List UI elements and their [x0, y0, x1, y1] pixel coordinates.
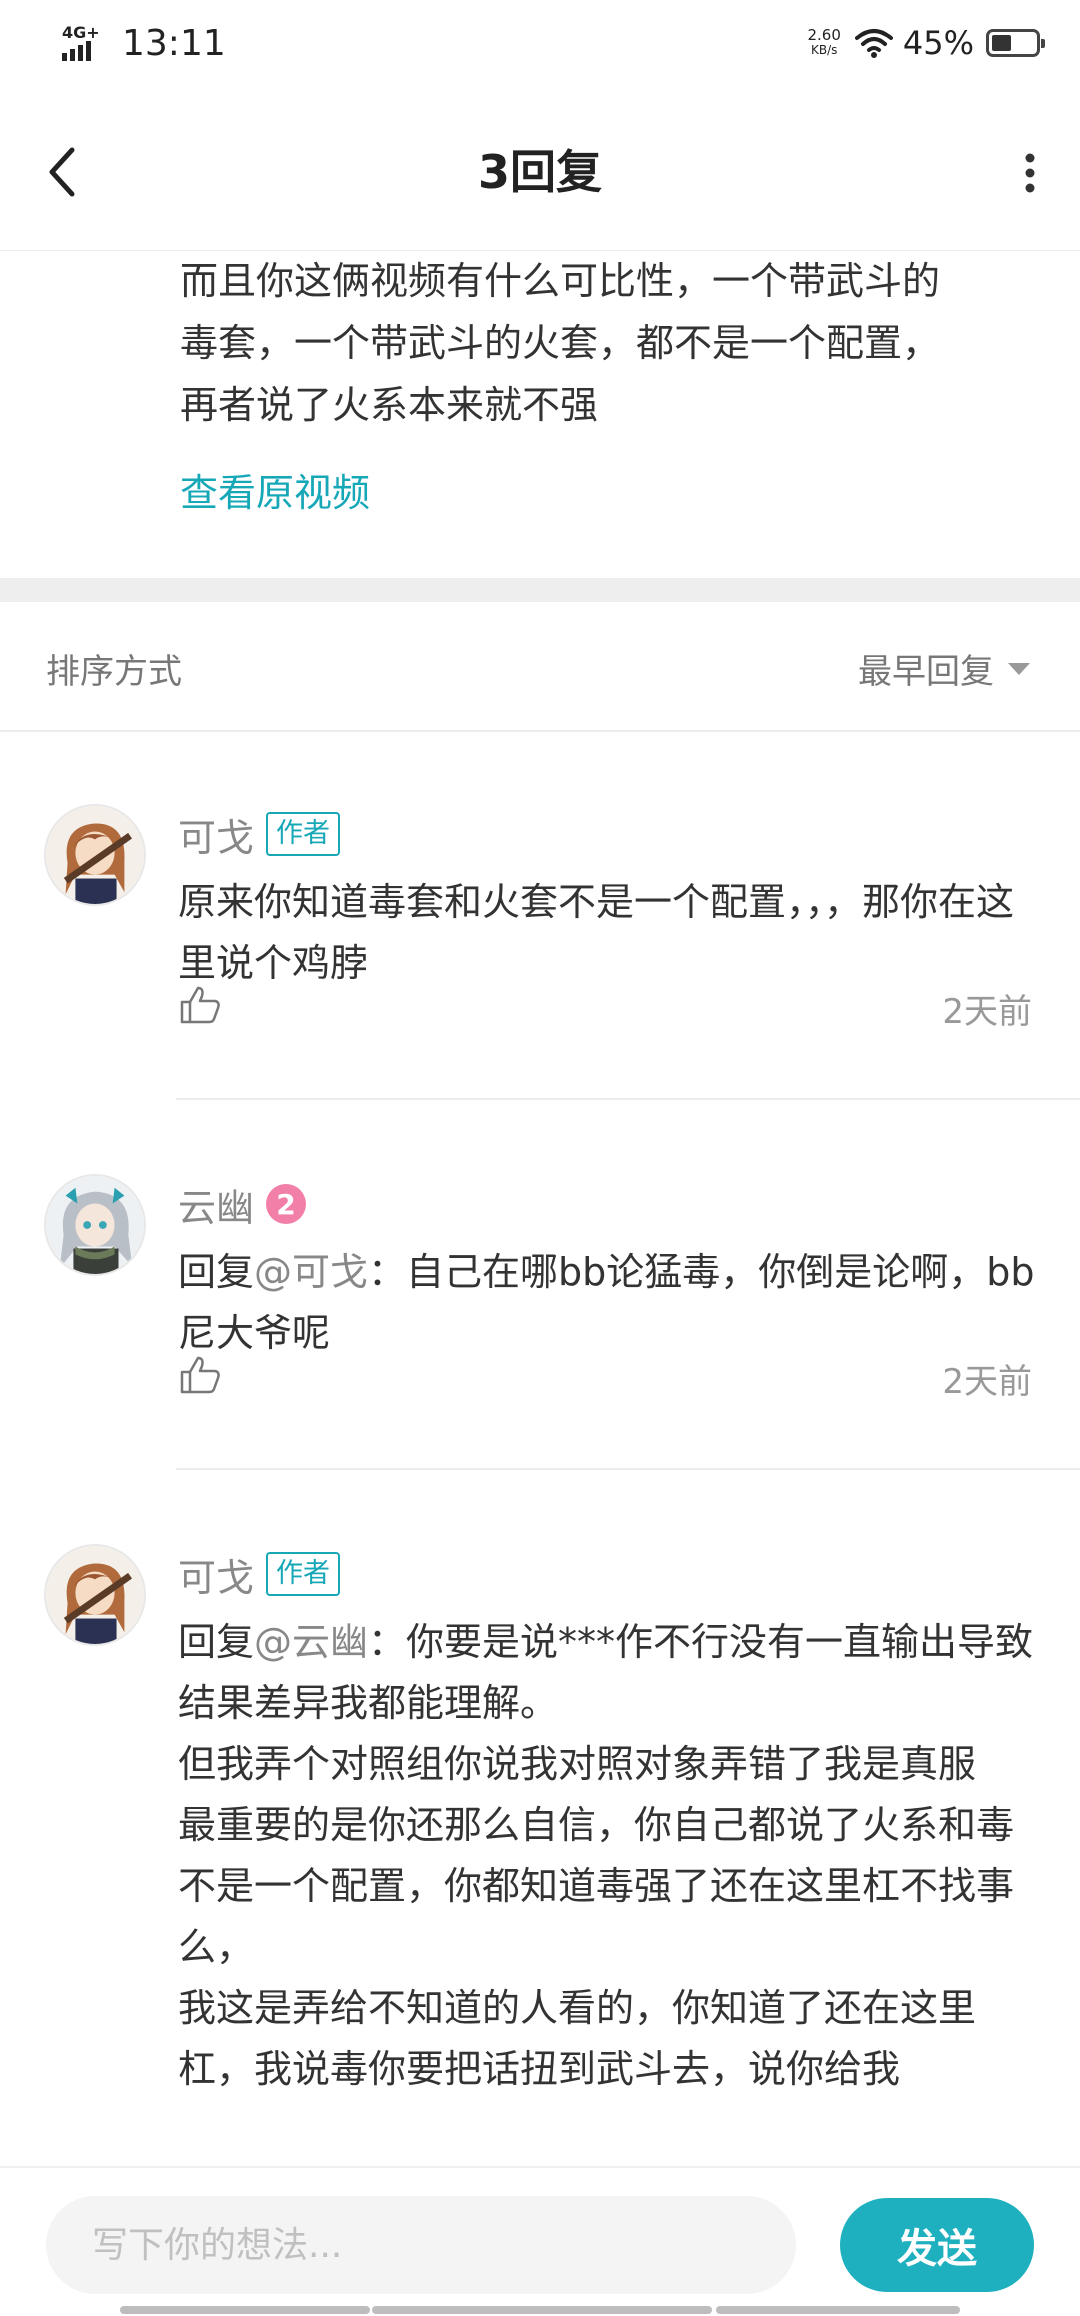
original-comment-text: 而且你这俩视频有什么可比性，一个带武斗的 毒套，一个带武斗的火套，都不是一个配置… [180, 250, 1040, 436]
reply-header: 云幽 2 [178, 1174, 307, 1234]
clock: 13:11 [122, 22, 226, 64]
username[interactable]: 云幽 [178, 1177, 254, 1232]
original-line: 而且你这俩视频有什么可比性，一个带武斗的 [180, 259, 941, 303]
sort-dropdown[interactable]: 最早回复 [858, 644, 1030, 693]
speed-unit: KB/s [810, 43, 838, 57]
reply-text: 回复@可戈：自己在哪bb论猛毒，你倒是论啊，bb尼大爷呢 [178, 1242, 1038, 1364]
avatar-image [46, 1176, 144, 1274]
network-type: 4G+ [62, 23, 100, 42]
avatar-image [46, 806, 144, 904]
reply-header: 可戈 作者 [178, 804, 341, 864]
status-bar: 4G+ 13:11 2.60 KB/s 45% [0, 0, 1080, 90]
status-left: 4G+ 13:11 [62, 18, 226, 68]
reply-prefix: 回复 [178, 1620, 255, 1664]
signal-icon: 4G+ [62, 23, 112, 63]
comment-input[interactable] [46, 2196, 796, 2294]
author-badge: 作者 [266, 1552, 341, 1596]
comment-composer: 发送 [0, 2166, 1080, 2316]
mention-link[interactable]: @云幽 [254, 1620, 368, 1664]
reply-prefix: 回复 [178, 1250, 255, 1294]
gesture-bar [120, 2306, 370, 2314]
send-button[interactable]: 发送 [840, 2198, 1034, 2292]
reply-header: 可戈 作者 [178, 1544, 341, 1604]
reply-time: 2天前 [942, 1362, 1032, 1402]
reply-paragraph: 最重要的是你还那么自信，你自己都说了火系和毒不是一个配置，你都知道毒强了还在这里… [178, 1803, 1015, 1969]
reply-text: 原来你知道毒套和火套不是一个配置，，，那你在这里说个鸡脖 [178, 880, 1015, 985]
battery-icon [986, 29, 1045, 57]
sort-label: 排序方式 [46, 652, 182, 692]
status-right: 2.60 KB/s 45% [807, 18, 1045, 68]
username[interactable]: 可戈 [178, 1547, 254, 1602]
mention-link[interactable]: @可戈 [254, 1250, 368, 1294]
thumbs-up-icon[interactable] [178, 1352, 222, 1396]
level-badge: 2 [266, 1184, 307, 1224]
gesture-bar [372, 2306, 712, 2314]
thumbs-up-icon[interactable] [178, 982, 222, 1026]
sort-row: 排序方式 最早回复 [0, 602, 1080, 732]
reply-text: 回复@云幽：你要是说***作不行没有一直输出导致结果差异我都能理解。 但我弄个对… [178, 1612, 1038, 2100]
original-line: 毒套，一个带武斗的火套，都不是一个配置， [180, 321, 941, 365]
more-vertical-icon[interactable] [1020, 148, 1040, 198]
gesture-bar [716, 2306, 960, 2314]
avatar[interactable] [44, 804, 146, 906]
original-line: 再者说了火系本来就不强 [180, 383, 599, 427]
view-original-video-link[interactable]: 查看原视频 [180, 462, 370, 517]
network-speed: 2.60 KB/s [807, 28, 840, 58]
reply-divider [176, 1098, 1080, 1100]
sort-selected-value: 最早回复 [858, 652, 994, 692]
page-title: 3回复 [477, 145, 602, 199]
avatar-image [46, 1546, 144, 1644]
avatar[interactable] [44, 1174, 146, 1276]
speed-value: 2.60 [807, 26, 841, 44]
caret-down-icon [1008, 662, 1030, 675]
username[interactable]: 可戈 [178, 807, 254, 862]
author-badge: 作者 [266, 812, 341, 856]
reply-time: 2天前 [942, 992, 1032, 1032]
section-divider [0, 578, 1080, 602]
comment-input-wrapper [46, 2196, 796, 2294]
reply-paragraph: 回复@云幽：你要是说***作不行没有一直输出导致结果差异我都能理解。 [178, 1612, 1038, 1734]
battery-fill [992, 35, 1011, 51]
reply-paragraph: 我这是弄给不知道的人看的，你知道了还在这里杠，我说毒你要把话扭到武斗去，说你给我 [178, 1986, 977, 2091]
reply-paragraph: 但我弄个对照组你说我对照对象弄错了我是真服 [178, 1742, 977, 1786]
reply-thread-screen: 4G+ 13:11 2.60 KB/s 45% 3回复 而且你这俩视频有什么可比… [0, 0, 1080, 2316]
top-nav-bar: 3回复 [0, 90, 1080, 251]
wifi-icon [854, 29, 893, 58]
battery-percent: 45% [902, 24, 974, 62]
avatar[interactable] [44, 1544, 146, 1646]
reply-divider [176, 1468, 1080, 1470]
